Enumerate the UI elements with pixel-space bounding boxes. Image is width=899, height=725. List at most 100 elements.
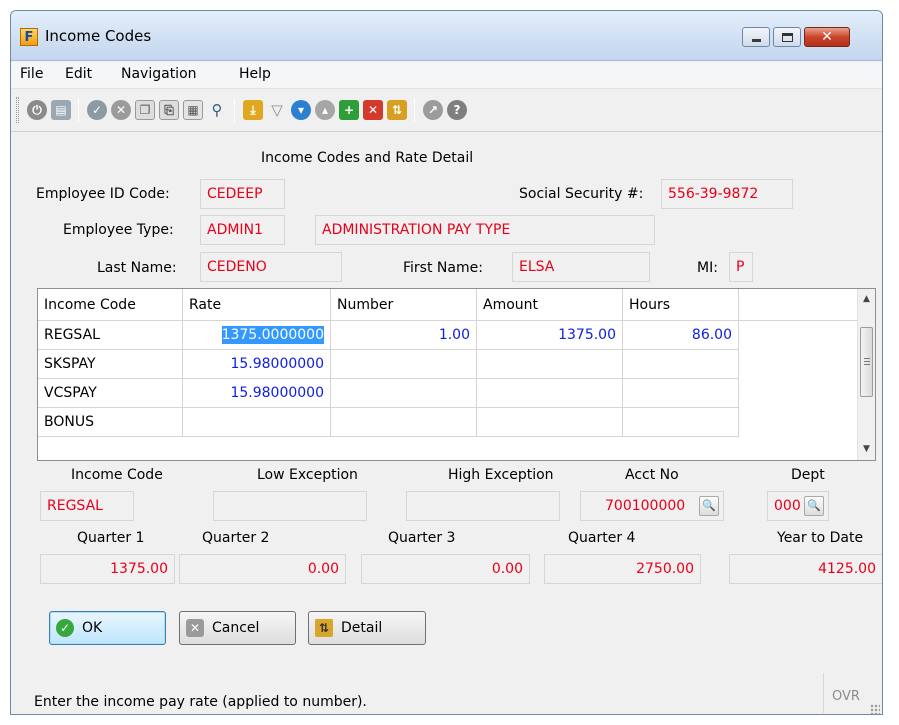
cell-rate-selected-text[interactable]: 1375.0000000 [221,326,324,344]
dept-lookup-icon[interactable]: 🔍 [804,496,824,516]
menu-help[interactable]: Help [239,66,271,82]
column-header-amount[interactable]: Amount [477,289,623,321]
filter-icon[interactable]: ▽ [267,100,287,120]
sort-icon[interactable]: ⇅ [387,100,407,120]
income-code-field[interactable]: REGSAL [40,491,134,521]
quarter-1-field[interactable]: 1375.00 [40,554,175,584]
dept-label: Dept [791,467,825,483]
cell-rate[interactable]: 1375.0000000 [183,321,331,350]
acct-no-field[interactable]: 700100000 🔍 [580,491,724,521]
maximize-button[interactable] [773,27,801,47]
grid-vertical-scrollbar[interactable]: ▲ ▼ [857,289,875,460]
quarter-1-label: Quarter 1 [77,530,145,546]
dept-value: 000 [774,498,801,514]
zoom-icon[interactable]: ⚲ [207,100,227,120]
low-exception-label: Low Exception [257,467,358,483]
quarter-4-field[interactable]: 2750.00 [544,554,701,584]
cell-hours[interactable]: 86.00 [623,321,739,350]
income-code-label: Income Code [71,467,163,483]
cell-rate[interactable]: 15.98000000 [183,350,331,379]
mi-field[interactable]: P [729,252,753,282]
move-up-icon[interactable]: ▴ [315,100,335,120]
toolbar-grip[interactable] [16,97,19,123]
scroll-down-arrow-icon[interactable]: ▼ [858,441,875,458]
overwrite-mode-indicator: OVR [823,673,871,713]
cell-income-code[interactable]: SKSPAY [38,350,183,379]
cell-number[interactable]: 1.00 [331,321,477,350]
move-down-icon[interactable]: ▾ [291,100,311,120]
check-icon[interactable]: ✓ [87,100,107,120]
column-header-income-code[interactable]: Income Code [38,289,183,321]
year-to-date-label: Year to Date [777,530,864,546]
close-icon: ✕ [821,29,833,45]
dept-field[interactable]: 000 🔍 [767,491,829,521]
detail-button[interactable]: ⇅ Detail [308,611,426,645]
column-header-rate[interactable]: Rate [183,289,331,321]
detail-button-label: Detail [341,620,383,636]
cell-rate[interactable]: 15.98000000 [183,379,331,408]
menu-edit[interactable]: Edit [65,66,92,82]
quarter-4-label: Quarter 4 [568,530,636,546]
cell-rate[interactable] [183,408,331,437]
column-header-number[interactable]: Number [331,289,477,321]
last-name-label: Last Name: [97,260,177,276]
cell-number[interactable] [331,408,477,437]
power-icon[interactable]: ⏻ [27,100,47,120]
cell-number[interactable] [331,350,477,379]
cancel-button[interactable]: ✕ Cancel [179,611,296,645]
download-icon[interactable]: ⤓ [243,100,263,120]
paste-icon[interactable]: ⎘ [159,100,179,120]
high-exception-label: High Exception [448,467,554,483]
delete-record-icon[interactable]: ✕ [363,100,383,120]
maximize-icon [782,33,793,42]
toolbar-separator [414,98,415,122]
resize-grip-icon[interactable] [870,704,880,714]
scroll-thumb[interactable] [860,327,873,397]
employee-type-field[interactable]: ADMIN1 [200,215,285,245]
cell-amount[interactable] [477,379,623,408]
income-codes-grid: Income Code Rate Number Amount Hours REG… [37,288,876,461]
document-icon[interactable]: ▦ [183,100,203,120]
column-header-hours[interactable]: Hours [623,289,739,321]
cancel-x-icon[interactable]: ✕ [111,100,131,120]
toolbar-separator [234,98,235,122]
cell-amount[interactable] [477,408,623,437]
acct-no-value: 700100000 [605,498,686,514]
quarter-3-field[interactable]: 0.00 [361,554,530,584]
toolbar: ⏻ ▤ ✓ ✕ ❐ ⎘ ▦ ⚲ ⤓ ▽ ▾ ▴ + ✕ ⇅ ↗ ? [11,88,882,132]
last-name-field[interactable]: CEDENO [200,252,342,282]
cell-hours[interactable] [623,408,739,437]
ok-button[interactable]: ✓ OK [49,611,166,645]
help-icon[interactable]: ? [447,100,467,120]
save-icon[interactable]: ▤ [51,100,71,120]
low-exception-field[interactable] [213,491,367,521]
acct-no-label: Acct No [625,467,679,483]
year-to-date-field[interactable]: 4125.00 [729,554,882,584]
close-button[interactable]: ✕ [804,27,850,47]
employee-id-field[interactable]: CEDEEP [200,179,285,209]
high-exception-field[interactable] [406,491,560,521]
cell-amount[interactable]: 1375.00 [477,321,623,350]
acct-lookup-icon[interactable]: 🔍 [699,496,719,516]
minimize-button[interactable] [742,27,770,47]
ssn-label: Social Security #: [519,186,644,202]
cell-income-code[interactable]: VCSPAY [38,379,183,408]
cell-hours[interactable] [623,379,739,408]
check-icon: ✓ [56,619,74,637]
chart-icon[interactable]: ↗ [423,100,443,120]
cell-amount[interactable] [477,350,623,379]
quarter-2-field[interactable]: 0.00 [179,554,346,584]
cell-income-code[interactable]: REGSAL [38,321,183,350]
title-bar[interactable]: F Income Codes ✕ [11,11,882,61]
scroll-up-arrow-icon[interactable]: ▲ [858,291,875,308]
cell-income-code[interactable]: BONUS [38,408,183,437]
copy-icon[interactable]: ❐ [135,100,155,120]
cell-hours[interactable] [623,350,739,379]
first-name-field[interactable]: ELSA [512,252,650,282]
app-logo-icon: F [20,28,38,46]
cell-number[interactable] [331,379,477,408]
add-record-icon[interactable]: + [339,100,359,120]
menu-navigation[interactable]: Navigation [121,66,197,82]
menu-file[interactable]: File [20,66,43,82]
ssn-field[interactable]: 556-39-9872 [661,179,793,209]
